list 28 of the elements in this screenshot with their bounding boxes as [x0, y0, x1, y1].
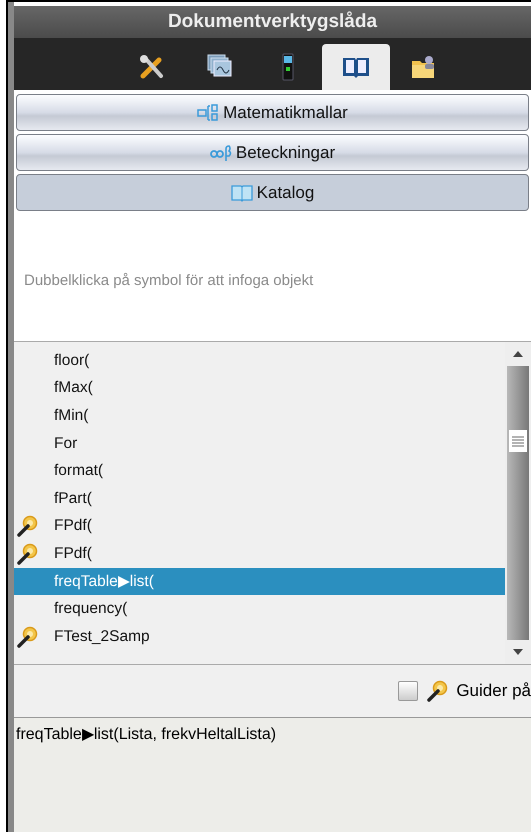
grip-icon [509, 430, 527, 452]
hint-text: Dubbelklicka på symbol för att infoga objekt [24, 272, 314, 288]
section-button[interactable]: Matematikmallar [16, 94, 529, 131]
scroll-down-icon[interactable] [512, 648, 524, 656]
section-button[interactable]: Beteckningar [16, 134, 529, 171]
catalog-item[interactable]: format( [14, 457, 505, 485]
catalog-item[interactable]: FPdf( [14, 540, 505, 568]
catalog-item[interactable]: fPart( [14, 484, 505, 513]
toolbox-tab[interactable] [322, 44, 390, 90]
catalog-item[interactable]: fMax( [14, 374, 505, 402]
scroll-up-icon[interactable] [512, 350, 524, 358]
option-label: Guider på [456, 681, 531, 701]
catalog-item[interactable]: freqTable▶list( [14, 568, 505, 596]
catalog-item[interactable]: FPdf( [14, 512, 505, 540]
catalog-item[interactable]: For [14, 430, 505, 458]
panel-title: Dokumentverktygslåda [168, 11, 378, 32]
checkbox[interactable] [398, 681, 418, 701]
catalog-item[interactable]: floor( [14, 347, 505, 375]
scroll-thumb[interactable] [507, 366, 529, 640]
template-icon [197, 104, 220, 122]
catalog-book-icon [230, 184, 253, 202]
syntax-text: freqTable▶list(Lista, frekvHeltalLista) [16, 726, 276, 743]
infinity-beta-icon [210, 144, 232, 162]
catalog-item[interactable]: frequency( [14, 595, 505, 623]
catalog-item[interactable]: fMin( [14, 402, 505, 430]
wand-icon [426, 680, 448, 702]
section-button[interactable]: Katalog [16, 174, 529, 211]
catalog-item[interactable]: FTest_2Samp [14, 622, 505, 651]
